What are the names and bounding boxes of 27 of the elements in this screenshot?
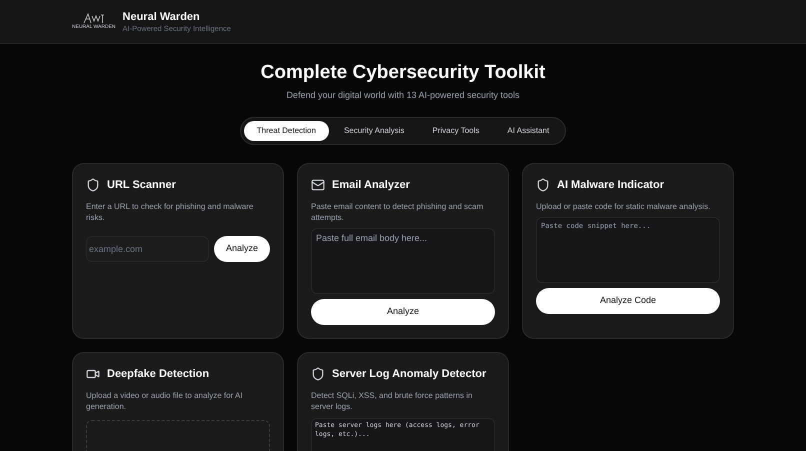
email-input-field[interactable]: Paste full email body here... xyxy=(311,228,495,294)
app-title: Neural Warden xyxy=(122,10,201,24)
analyze-code-button[interactable]: Analyze Code xyxy=(536,288,720,314)
mail-icon xyxy=(311,178,325,192)
tab[interactable]: Security Analysis xyxy=(330,120,418,140)
shield-icon xyxy=(536,178,550,192)
shield-icon xyxy=(311,366,325,381)
tab[interactable]: Threat Detection xyxy=(244,120,329,140)
tab[interactable]: AI Assistant xyxy=(494,120,562,140)
card-title: AI Malware Indicator xyxy=(557,178,664,192)
page-subtitle: Defend your digital world with 13 AI-powered security tools xyxy=(286,89,520,102)
card-title: URL Scanner xyxy=(107,178,176,192)
card-description: Upload a video or audio file to analyze for AI generation. xyxy=(86,390,244,412)
page-title: Complete Cybersecurity Toolkit xyxy=(260,61,546,85)
card-description: Paste email content to detect phishing and scam attempts. xyxy=(311,201,484,223)
card-description: Enter a URL to check for phishing and malware risks. xyxy=(86,201,254,223)
card-title: Email Analyzer xyxy=(332,178,410,192)
card-description: Detect SQLi, XSS, and brute force patterns in server logs. xyxy=(311,390,474,412)
card-title: Deepfake Detection xyxy=(107,366,210,382)
url-input-field[interactable]: example.com xyxy=(86,236,209,262)
card-title: Server Log Anomaly Detector xyxy=(332,366,486,382)
analyze-button[interactable]: Analyze xyxy=(311,299,495,325)
card-description: Upload or paste code for static malware analysis. xyxy=(536,201,712,212)
analyze-button[interactable]: Analyze xyxy=(214,236,270,262)
shield-icon xyxy=(86,178,100,192)
logo-drawing xyxy=(82,13,105,24)
tab[interactable]: Privacy Tools xyxy=(419,120,492,140)
